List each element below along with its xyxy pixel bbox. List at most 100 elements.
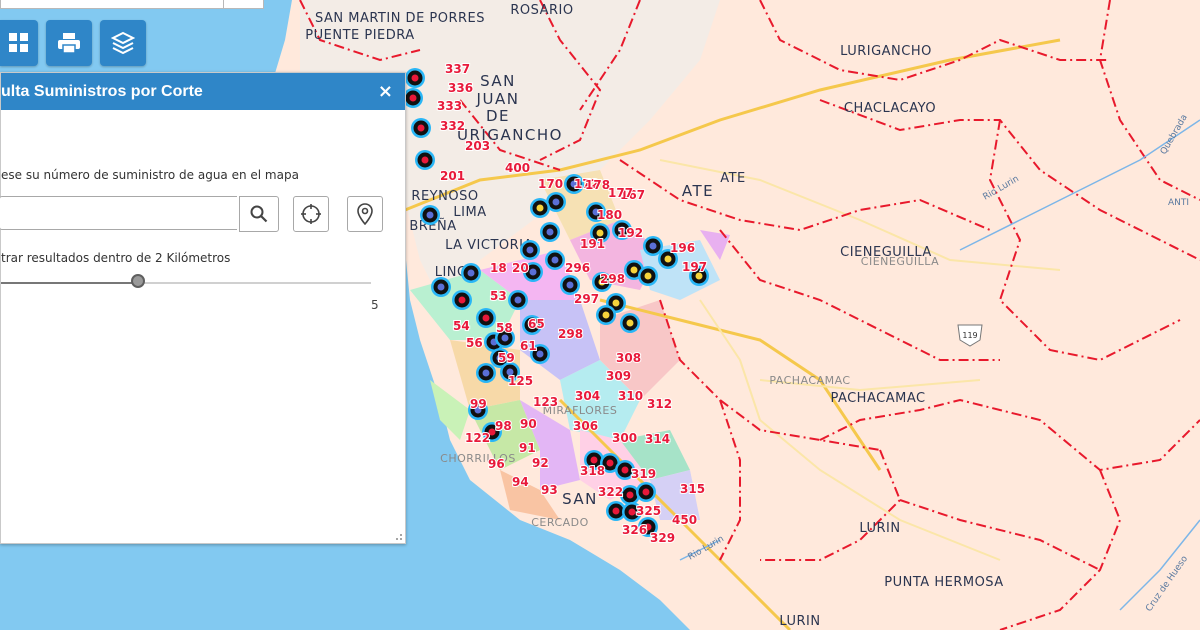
outage-number: 58 [496, 321, 513, 335]
outage-number: 178 [585, 178, 610, 192]
outage-marker-icon[interactable] [596, 305, 616, 325]
outage-number: 319 [631, 467, 656, 481]
outage-marker-icon[interactable] [452, 290, 472, 310]
place-label: CIENEGUILLA [861, 255, 939, 268]
outage-marker-icon[interactable] [403, 88, 423, 108]
outage-marker-icon[interactable] [461, 263, 481, 283]
search-button[interactable] [239, 196, 279, 232]
panel-header: ulta Suministros por Corte × [1, 73, 405, 110]
supply-number-input[interactable] [0, 196, 237, 230]
layers-button[interactable] [100, 20, 146, 66]
filter-distance-label: trar resultados dentro de 2 Kilómetros [1, 251, 231, 265]
outage-number: 20 [512, 261, 529, 275]
outage-marker-icon[interactable] [405, 68, 425, 88]
place-label: REYNOSO [411, 189, 478, 204]
outage-number: 18 [490, 261, 507, 275]
place-label: LURIN [859, 521, 900, 536]
outage-number: 191 [580, 237, 605, 251]
place-label: SAN [562, 490, 598, 508]
outage-number: 197 [682, 260, 707, 274]
outage-number: 203 [465, 139, 490, 153]
search-bar-top[interactable] [0, 0, 264, 9]
outage-number: 315 [680, 482, 705, 496]
outage-number: 96 [488, 457, 505, 471]
outage-number: 306 [573, 419, 598, 433]
outage-number: 325 [636, 504, 661, 518]
place-label: ROSARIO [510, 3, 573, 18]
slider-max-label: 5 [371, 298, 379, 312]
distance-slider-thumb[interactable] [130, 274, 145, 288]
outage-number: 309 [606, 369, 631, 383]
map-toolbar [0, 20, 146, 66]
print-button[interactable] [46, 20, 92, 66]
place-label: PUNTA HERMOSA [884, 575, 1003, 590]
outage-marker-icon[interactable] [508, 290, 528, 310]
outage-number: 312 [647, 397, 672, 411]
place-label: LURIGANCHO [840, 44, 932, 59]
outage-number: 94 [512, 475, 529, 489]
outage-number: 296 [565, 261, 590, 275]
locate-button[interactable] [293, 196, 329, 232]
outage-number: 326 [622, 523, 647, 537]
outage-number: 304 [575, 389, 600, 403]
outage-number: 450 [672, 513, 697, 527]
outage-number: 298 [600, 272, 625, 286]
outage-marker-icon[interactable] [476, 363, 496, 383]
outage-marker-icon[interactable] [476, 308, 496, 328]
outage-number: 400 [505, 161, 530, 175]
outage-marker-icon[interactable] [530, 198, 550, 218]
outage-number: 92 [532, 456, 549, 470]
outage-number: 192 [618, 226, 643, 240]
place-label: SAN [480, 72, 516, 90]
resize-grip-icon[interactable] [395, 533, 403, 541]
close-button[interactable]: × [378, 81, 393, 102]
outage-number: 98 [495, 419, 512, 433]
place-label: PUENTE PIEDRA [305, 28, 414, 43]
outage-number: 56 [466, 336, 483, 350]
outage-number: 53 [490, 289, 507, 303]
distance-slider-fill [1, 282, 138, 284]
place-label: PACHACAMAC [769, 374, 850, 387]
outage-number: 180 [597, 208, 622, 222]
outage-marker-icon[interactable] [431, 277, 451, 297]
place-label: SAN MARTIN DE PORRES [315, 11, 485, 26]
place-label: CHACLACAYO [844, 101, 936, 116]
place-label: DE [486, 107, 510, 125]
outage-marker-icon[interactable] [415, 150, 435, 170]
pin-button[interactable] [347, 196, 383, 232]
crosshair-icon [301, 204, 321, 224]
instruction-text: ese su número de suministro de agua en e… [1, 168, 299, 182]
outage-marker-icon[interactable] [545, 250, 565, 270]
outage-number: 91 [519, 441, 536, 455]
outage-number: 314 [645, 432, 670, 446]
outage-number: 65 [528, 317, 545, 331]
panel-body: ese su número de suministro de agua en e… [0, 110, 405, 543]
place-label: JUAN [476, 90, 520, 108]
outage-number: 308 [616, 351, 641, 365]
outage-number: 310 [618, 389, 643, 403]
outage-number: 337 [445, 62, 470, 76]
road-label: ANTI [1168, 198, 1189, 208]
place-label: CERCADO [531, 516, 589, 529]
outage-marker-icon[interactable] [520, 240, 540, 260]
outage-marker-icon[interactable] [636, 482, 656, 502]
print-icon [58, 33, 80, 54]
svg-text:119: 119 [962, 331, 977, 340]
outage-marker-icon[interactable] [638, 266, 658, 286]
grid-button[interactable] [0, 20, 38, 66]
outage-number: 329 [650, 531, 675, 545]
outage-number: 122 [465, 431, 490, 445]
outage-marker-icon[interactable] [540, 222, 560, 242]
outage-number: 90 [520, 417, 537, 431]
outage-marker-icon[interactable] [411, 118, 431, 138]
outage-number: 322 [598, 485, 623, 499]
outage-number: 336 [448, 81, 473, 95]
layers-icon [111, 31, 135, 55]
outage-number: 170 [538, 177, 563, 191]
outage-marker-icon[interactable] [420, 205, 440, 225]
outage-marker-icon[interactable] [620, 313, 640, 333]
search-icon [250, 205, 268, 223]
outage-number: 332 [440, 119, 465, 133]
place-label: ATE [720, 171, 746, 186]
place-label: LA VICTORIA [445, 238, 533, 253]
